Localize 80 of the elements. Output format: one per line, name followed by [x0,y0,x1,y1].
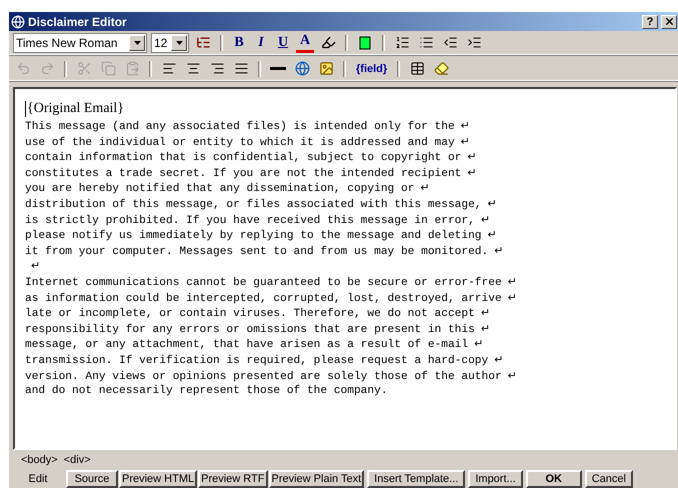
highlighter-icon [320,35,336,50]
redo-icon [40,61,54,76]
bold-button[interactable]: B [230,32,248,52]
body-text-line: it from your computer. Messages sent to and from us may be monitored. [25,246,488,258]
paragraph-mark: ↵ [467,166,477,179]
paragraph-mark: ↵ [508,290,517,304]
paragraph-mark: ↵ [508,274,517,288]
paragraph-mark: ↵ [420,181,430,194]
body-text-line: message, or any attachment, that have arisen as a result of e-mail [25,339,468,352]
view-tab[interactable]: Preview Plain Text [268,470,364,488]
copy-icon [100,61,116,76]
field-button[interactable]: {field} [353,58,390,78]
ok-button[interactable]: OK [526,470,582,488]
body-text-line: constitutes a trade secret. If you are not the intended recipient [25,168,462,180]
numbered-list-icon [394,35,410,50]
paragraph-style-icon [196,35,210,50]
help-button[interactable]: ? [642,14,658,28]
body-text-line: responsibility for any errors or omissions that are present in this [25,324,475,336]
eraser-icon [434,61,449,76]
paragraph-mark: ↵ [467,150,477,164]
size-dropdown[interactable]: 12 [151,32,189,52]
image-icon [318,61,334,76]
align-left-icon [162,61,176,76]
body-text-line: you are hereby notified that any dissemination, copying or [25,183,414,196]
paragraph-mark: ↵ [480,322,490,335]
body-text-line: use of the individual or entity to which it is addressed and may [25,136,455,149]
app-icon [11,14,25,28]
align-center-icon [186,61,200,76]
close-button[interactable] [661,14,677,28]
dialog-button[interactable]: Import... [468,470,523,488]
indent-icon [466,35,482,50]
paragraph-mark: ↵ [460,119,470,132]
view-tab[interactable]: Preview HTML [119,470,198,488]
body-text-line: contain information that is confidential, subject to copyright or [25,152,462,164]
body-text-line: late or incomplete, or contain viruses. Therefore, we do not accept [25,308,475,320]
paragraph-mark: ↵ [474,337,484,350]
view-tab[interactable]: Source [66,470,118,488]
paragraph-mark: ↵ [460,134,470,148]
color-swatch-icon [359,36,371,50]
table-icon [410,61,425,76]
paragraph-mark: ↵ [488,196,497,210]
font-color-button[interactable]: A [296,32,314,52]
tag-path-item[interactable]: <body> [21,454,58,466]
bulleted-list-icon [418,35,434,50]
paragraph-mark: ↵ [480,306,490,320]
paragraph-mark: ↵ [508,368,517,382]
undo-icon [16,61,30,76]
dropdown-arrow-icon [176,40,182,44]
body-text-line: distribution of this message, or files associated with this message, [25,198,482,211]
body-text-line: is strictly prohibited. If you have received this message in error, [25,214,475,227]
text-editor[interactable] [13,87,677,450]
body-text-line: and do not necessarily represent those of the company. [25,385,388,398]
paragraph-mark: ↵ [494,244,504,257]
paragraph-mark: ↵ [480,212,490,226]
cut-icon [76,61,92,76]
underline-button[interactable]: U [274,32,292,52]
globe-icon [294,61,310,76]
justify-icon [234,61,248,76]
window-title: Disclaimer Editor [28,14,128,28]
body-text-line: transmission. If verification is required, please request a hard-copy [25,354,488,367]
font-dropdown[interactable]: Times New Roman [13,32,147,52]
body-text-line: Internet communications cannot be guaranteed to be secure or error-free [25,276,502,289]
dialog-button[interactable]: Insert Template... [367,470,466,488]
body-text-line: please notify us immediately by replying to the message and deleting [25,230,482,242]
body-text-line: This message (and any associated files) is intended only for the [25,121,455,133]
dialog-button[interactable]: Cancel [584,470,633,488]
close-icon [664,16,674,27]
paste-icon [124,61,140,76]
paragraph-mark: ↵ [488,228,497,242]
italic-button[interactable]: I [252,32,270,52]
tag-path-item[interactable]: <div> [64,454,91,466]
dropdown-arrow-icon [134,40,140,44]
paragraph-mark: ↵ [31,259,40,272]
align-right-icon [210,61,224,76]
placeholder-field: {Original Email} [25,101,665,117]
paragraph-mark: ↵ [494,352,504,366]
view-tab[interactable]: Preview RTF [198,470,268,488]
body-text-line: as information could be intercepted, corrupted, lost, destroyed, arrive [25,292,502,305]
body-text-line: version. Any views or opinions presented are solely those of the author [25,370,502,382]
outdent-icon [442,35,458,50]
